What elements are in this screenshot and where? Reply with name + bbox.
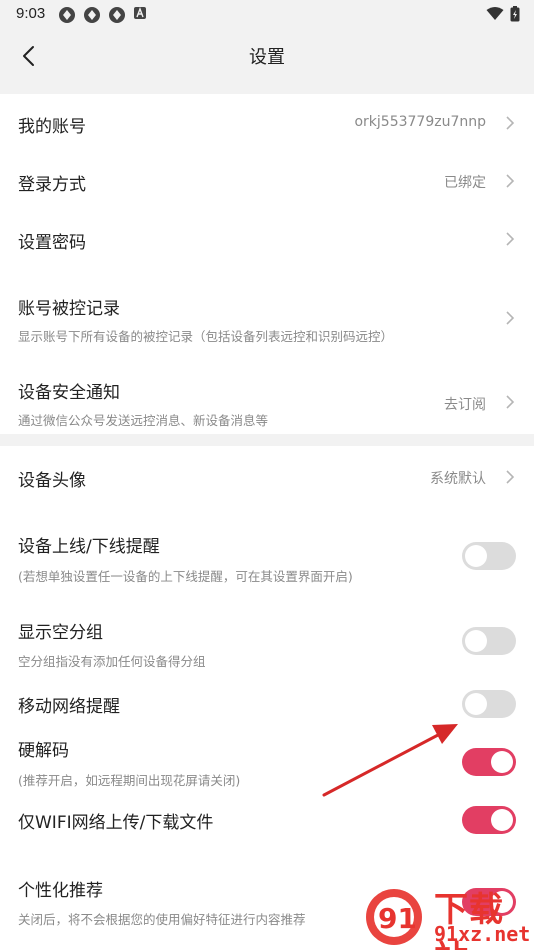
row-description: 通过微信公众号发送远控消息、新设备消息等 xyxy=(18,413,269,428)
row-label: 设备安全通知 xyxy=(18,383,120,403)
settings-row-wifi-only: 仅WIFI网络上传/下载文件 xyxy=(0,798,534,856)
status-time: 9:03 xyxy=(16,5,46,22)
login-status-value: 已绑定 xyxy=(444,175,486,191)
wifi-icon xyxy=(486,7,504,20)
chevron-right-icon xyxy=(506,470,515,484)
app-notification-icon xyxy=(109,7,125,23)
row-description: 显示账号下所有设备的被控记录（包括设备列表远控和识别码远控） xyxy=(18,329,394,344)
row-label: 硬解码 xyxy=(18,741,69,761)
account-id-value: orkj553779zu7nnp xyxy=(354,114,486,130)
keyboard-a-icon xyxy=(134,7,146,19)
row-label: 个性化推荐 xyxy=(18,881,103,901)
settings-row-mobile-network: 移动网络提醒 xyxy=(0,680,534,726)
account-settings-card: 我的账号 orkj553779zu7nnp 登录方式 已绑定 设置密码 账号被控… xyxy=(0,94,534,434)
row-label: 设备头像 xyxy=(18,471,86,491)
settings-row-hardware-decode: 硬解码 (推荐开启，如远程期间出现花屏请关闭) xyxy=(0,726,534,798)
toggle-knob xyxy=(465,630,487,652)
mobile-network-toggle[interactable] xyxy=(462,690,516,718)
watermark-logo: 91 下载站 91xz.net xyxy=(364,880,534,950)
settings-row-online-reminder: 设备上线/下线提醒 (若想单独设置任一设备的上下线提醒，可在其设置界面开启) xyxy=(0,508,534,596)
avatar-value: 系统默认 xyxy=(430,471,486,487)
settings-row-control-records[interactable]: 账号被控记录 显示账号下所有设备的被控记录（包括设备列表远控和识别码远控） xyxy=(0,268,534,352)
91-logo-icon: 91 xyxy=(366,889,422,945)
settings-row-my-account[interactable]: 我的账号 orkj553779zu7nnp xyxy=(0,94,534,152)
subscribe-link: 去订阅 xyxy=(444,397,486,413)
notification-icons xyxy=(58,6,147,24)
toggle-knob xyxy=(491,751,513,773)
hardware-decode-toggle[interactable] xyxy=(462,748,516,776)
row-description: 关闭后，将不会根据您的使用偏好特征进行内容推荐 xyxy=(18,912,306,927)
toggle-knob xyxy=(491,809,513,831)
battery-charging-icon xyxy=(510,6,520,22)
row-label: 我的账号 xyxy=(18,117,86,137)
top-bar: 设置 xyxy=(0,28,534,94)
chevron-right-icon xyxy=(506,232,515,246)
svg-text:91: 91 xyxy=(378,902,417,935)
status-bar: 9:03 xyxy=(0,0,534,28)
row-label: 移动网络提醒 xyxy=(18,697,120,717)
row-description: (推荐开启，如远程期间出现花屏请关闭) xyxy=(18,773,241,788)
device-settings-card: 设备头像 系统默认 设备上线/下线提醒 (若想单独设置任一设备的上下线提醒，可在… xyxy=(0,446,534,950)
settings-row-security-notify[interactable]: 设备安全通知 通过微信公众号发送远控消息、新设备消息等 去订阅 xyxy=(0,352,534,434)
row-description: (若想单独设置任一设备的上下线提醒，可在其设置界面开启) xyxy=(18,569,353,584)
status-right xyxy=(486,6,520,22)
row-label: 登录方式 xyxy=(18,175,86,195)
row-label: 仅WIFI网络上传/下载文件 xyxy=(18,813,214,833)
settings-row-show-empty-group: 显示空分组 空分组指没有添加任何设备得分组 xyxy=(0,596,534,680)
row-label: 账号被控记录 xyxy=(18,299,120,319)
settings-row-set-password[interactable]: 设置密码 xyxy=(0,210,534,268)
page-title: 设置 xyxy=(249,47,285,68)
app-notification-icon xyxy=(84,7,100,23)
chevron-right-icon xyxy=(506,311,515,325)
watermark-url: 91xz.net xyxy=(434,922,531,946)
app-notification-icon xyxy=(59,7,75,23)
chevron-right-icon xyxy=(506,395,515,409)
chevron-right-icon xyxy=(506,116,515,130)
settings-row-device-avatar[interactable]: 设备头像 系统默认 xyxy=(0,446,534,508)
online-reminder-toggle[interactable] xyxy=(462,542,516,570)
row-label: 显示空分组 xyxy=(18,623,103,643)
settings-row-login-method[interactable]: 登录方式 已绑定 xyxy=(0,152,534,210)
row-label: 设置密码 xyxy=(18,233,86,253)
wifi-only-toggle[interactable] xyxy=(462,806,516,834)
toggle-knob xyxy=(465,693,487,715)
toggle-knob xyxy=(465,545,487,567)
row-label: 设备上线/下线提醒 xyxy=(18,537,160,557)
row-description: 空分组指没有添加任何设备得分组 xyxy=(18,654,206,669)
show-empty-group-toggle[interactable] xyxy=(462,627,516,655)
chevron-right-icon xyxy=(506,174,515,188)
